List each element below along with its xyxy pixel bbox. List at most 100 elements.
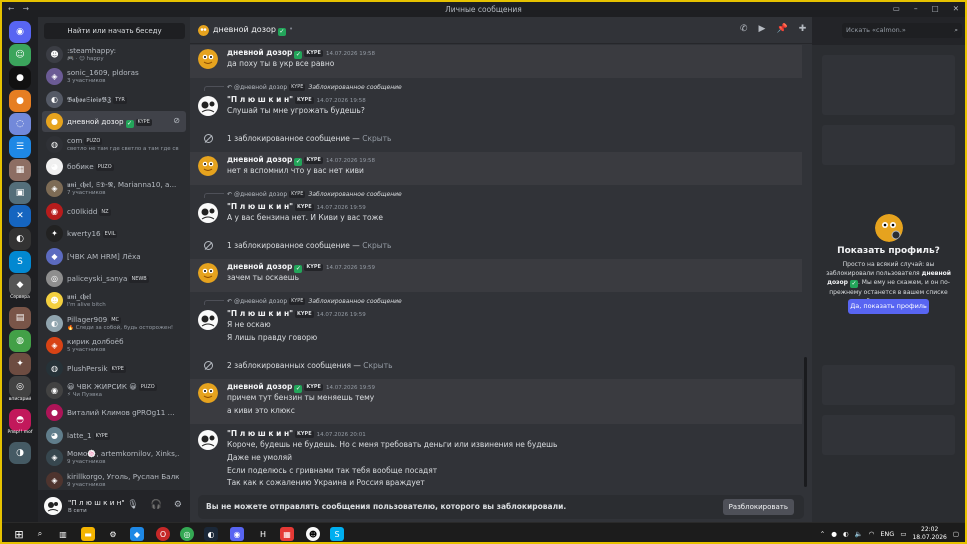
- message-author[interactable]: дневной дозор ✓ KYPE 14.07.2026 19:58: [227, 48, 375, 59]
- dm-item[interactable]: ● Виталий Климов gPROg11 ...: [42, 402, 186, 423]
- settings-icon[interactable]: ⚙: [106, 527, 120, 541]
- close-dm-icon[interactable]: ⊘: [173, 116, 180, 125]
- server-icon[interactable]: S: [9, 251, 31, 273]
- server-icon[interactable]: ✕: [9, 205, 31, 227]
- dm-item[interactable]: ◆ [ЧВК AM HRM] Лёха: [42, 246, 186, 267]
- steam-icon[interactable]: ◐: [204, 527, 218, 541]
- message-avatar[interactable]: [198, 49, 218, 69]
- headphones-icon[interactable]: 🎧: [151, 500, 162, 510]
- server-icon[interactable]: ▤: [9, 307, 31, 329]
- video-icon[interactable]: ▶: [759, 24, 766, 34]
- tray-app-icon[interactable]: ◐: [843, 530, 849, 538]
- gear-icon[interactable]: ⚙: [174, 500, 182, 510]
- server-icon[interactable]: ▦: [9, 159, 31, 181]
- message-author[interactable]: дневной дозор ✓ KYPE 14.07.2026 19:59: [227, 262, 375, 274]
- network-icon[interactable]: ▭: [900, 530, 906, 538]
- dm-item[interactable]: ◕ latte_1 KYPE: [42, 425, 186, 446]
- message-avatar[interactable]: [198, 202, 218, 223]
- maximize-icon[interactable]: □: [932, 4, 939, 13]
- inbox-icon[interactable]: ▭: [893, 4, 900, 13]
- message-avatar[interactable]: [198, 310, 218, 330]
- dm-item[interactable]: ☻:steamhappy: 🎮 · 😊 happy: [42, 44, 186, 65]
- dm-item[interactable]: ◍ com PUZO светло не там где светло а там г…: [42, 134, 186, 155]
- user-avatar[interactable]: [44, 497, 62, 515]
- windows-start-icon[interactable]: ⊞: [12, 527, 26, 541]
- minimize-icon[interactable]: –: [914, 4, 918, 13]
- microphone-icon[interactable]: 🎙: [127, 500, 138, 510]
- message-avatar[interactable]: [198, 95, 218, 116]
- dm-item[interactable]: ◈ kirillkorgo, Уголь, Руслан Балк... 9 уча…: [42, 470, 186, 490]
- dm-item[interactable]: ● дневной дозор ✓ KYPE ⊘: [42, 111, 186, 133]
- unblock-button[interactable]: Разблокировать: [722, 499, 794, 515]
- message-avatar[interactable]: [198, 430, 218, 451]
- dm-item[interactable]: ◉ 😀 ЧВК ЖИРСИК 😀 PUZO ⚡ Чи Пуэвка: [42, 380, 186, 401]
- app-h-icon[interactable]: H: [256, 527, 270, 541]
- server-icon[interactable]: ☺: [9, 44, 31, 66]
- message-avatar[interactable]: [198, 263, 218, 284]
- discord-icon[interactable]: ◉: [230, 527, 244, 541]
- server-icon[interactable]: ◍: [9, 330, 31, 352]
- server-icon[interactable]: ◓: [9, 409, 31, 431]
- message-author[interactable]: "П л ю ш к и н" KYPE 14.07.2026 19:58: [227, 95, 366, 104]
- message-author[interactable]: "П л ю ш к и н" KYPE 14.07.2026 19:59: [227, 202, 366, 211]
- dm-item[interactable]: ◈ 𝖚𝖓𝖎_𝖈𝖍𝖊𝖑, 𝕾𝕯-𝕹, Marianna10, a... 7 участ…: [42, 178, 186, 199]
- dm-item[interactable]: ☻ 𝖚𝖓𝖎_𝖈𝖍𝖊𝖑 I'm alive bitch: [42, 290, 186, 311]
- message-author[interactable]: "П л ю ш к и н" KYPE 14.07.2026 20:01: [227, 429, 366, 439]
- server-icon[interactable]: ●: [9, 67, 31, 89]
- server-icon[interactable]: ◉: [9, 21, 31, 43]
- dm-item[interactable]: ◐ Pillager909 MC 🔥 Следи за собой, будь ост…: [42, 313, 186, 334]
- reply-reference[interactable]: ↶ @дневной дозор KYPE Заблокированное сооб…: [204, 190, 402, 198]
- skype-icon[interactable]: S: [330, 527, 344, 541]
- opera-icon[interactable]: O: [156, 527, 170, 541]
- app-icon[interactable]: ◆: [130, 527, 144, 541]
- add-user-icon[interactable]: ✚: [799, 24, 807, 34]
- app-grid-icon[interactable]: ▦: [280, 527, 294, 541]
- close-icon[interactable]: ✕: [953, 4, 959, 13]
- message-author[interactable]: "П л ю ш к и н" KYPE 14.07.2026 19:59: [227, 309, 366, 318]
- dm-item[interactable]: ◕ бобике PUZO: [42, 156, 186, 177]
- hide-blocked-link[interactable]: Скрыть: [363, 361, 392, 370]
- server-icon[interactable]: ◎: [9, 376, 31, 398]
- dm-item[interactable]: ◈ Момо🍥, artemkornilov, Xinks,... 9 участн…: [42, 447, 186, 468]
- hide-blocked-link[interactable]: Скрыть: [362, 241, 391, 250]
- message-avatar[interactable]: [198, 156, 218, 177]
- clock[interactable]: 22:02 18.07.2026: [912, 526, 946, 542]
- lang-indicator[interactable]: ENG: [880, 530, 894, 538]
- message-author[interactable]: дневной дозор ✓ KYPE 14.07.2026 19:58: [227, 155, 375, 167]
- file-explorer-icon[interactable]: ▬: [81, 527, 95, 541]
- speaker-icon[interactable]: 🔈: [855, 530, 863, 538]
- message-avatar[interactable]: [198, 383, 218, 404]
- pin-icon[interactable]: 📌: [776, 24, 787, 34]
- hide-blocked-link[interactable]: Скрыть: [362, 134, 391, 143]
- show-profile-button[interactable]: Да, показать профиль: [848, 299, 929, 314]
- server-icon[interactable]: ●: [9, 90, 31, 112]
- reply-reference[interactable]: ↶ @дневной дозор KYPE Заблокированное сооб…: [204, 298, 402, 305]
- dm-item[interactable]: ◐ 𝕭𝖆𝖍𝖔𝖆𝕾𝖎𝖔𝖎𝖛𝕭𝖅 TYR: [42, 89, 186, 110]
- dm-item[interactable]: ◈ кирик долбоёб 5 участников: [42, 335, 186, 356]
- search-icon[interactable]: ⌕: [33, 527, 47, 541]
- message-search-input[interactable]: Искать «calmon.» ⌕: [842, 23, 962, 38]
- server-icon[interactable]: ◌: [9, 113, 31, 135]
- dm-item[interactable]: ✦ kwerty16 EVIL: [42, 223, 186, 244]
- chrome-icon[interactable]: ◎: [180, 527, 194, 541]
- dm-item[interactable]: ◈ sonic_1609, pldoras 3 участников: [42, 66, 186, 87]
- tray-app-icon[interactable]: ●: [831, 530, 837, 538]
- notifications-icon[interactable]: ▢: [953, 530, 959, 538]
- server-icon[interactable]: ✦: [9, 353, 31, 375]
- task-view-icon[interactable]: ▥: [56, 527, 70, 541]
- server-icon[interactable]: ☰: [9, 136, 31, 158]
- server-icon[interactable]: ◆: [9, 274, 31, 296]
- server-icon[interactable]: ▣: [9, 182, 31, 204]
- chevron-up-icon[interactable]: ⌃: [820, 530, 825, 538]
- reply-reference[interactable]: ↶ @дневной дозор KYPE Заблокированное сооб…: [204, 83, 402, 91]
- dm-item[interactable]: ◎ paliceyski_sanya NEWB: [42, 268, 186, 289]
- dm-search-button[interactable]: Найти или начать беседу: [44, 23, 185, 39]
- dm-item[interactable]: ◍ PlushPersik KYPE: [42, 358, 186, 379]
- chat-scrollbar[interactable]: [804, 357, 807, 487]
- app-face-icon[interactable]: ☻: [306, 527, 320, 541]
- wifi-icon[interactable]: ◠: [869, 530, 875, 538]
- message-author[interactable]: дневной дозор ✓ KYPE 14.07.2026 19:59: [227, 382, 375, 394]
- server-icon[interactable]: ◑: [9, 442, 31, 464]
- phone-icon[interactable]: ✆: [740, 24, 748, 34]
- dm-item[interactable]: ◉ c00lkidd NZ: [42, 201, 186, 222]
